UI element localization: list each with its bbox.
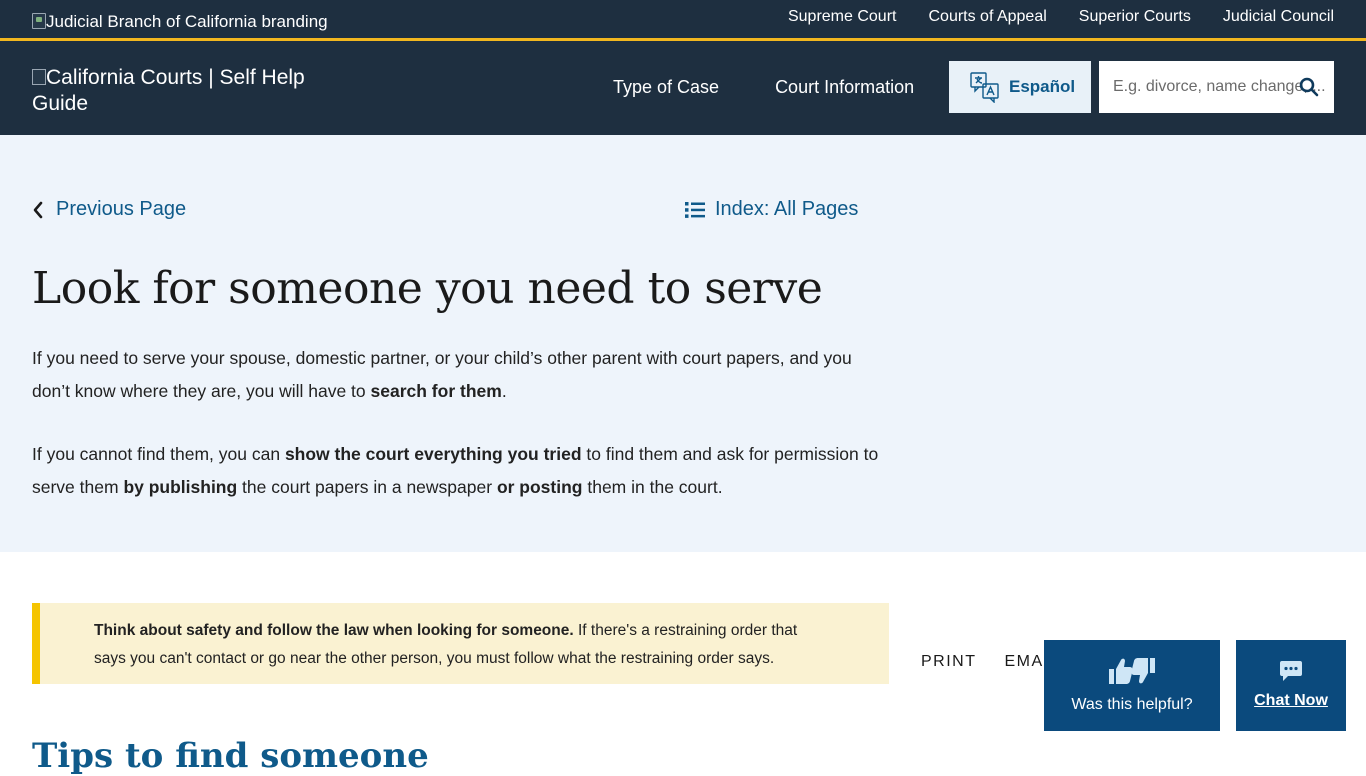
previous-page-link[interactable]: Previous Page — [32, 198, 186, 221]
share-tools: PRINT EMAIL — [921, 653, 1060, 671]
helpful-label: Was this helpful? — [1071, 696, 1193, 713]
print-link[interactable]: PRINT — [921, 653, 977, 671]
site-logo[interactable]: California Courts | Self Help Guide — [32, 65, 332, 117]
broken-image-icon — [32, 69, 46, 85]
main-nav: Type of Case Court Information — [613, 77, 914, 98]
utility-bar: Judicial Branch of California branding S… — [0, 0, 1366, 41]
nav-court-information[interactable]: Court Information — [775, 77, 914, 98]
nav-type-of-case[interactable]: Type of Case — [613, 77, 719, 98]
thumbs-up-down-icon — [1109, 658, 1155, 684]
judicial-branch-branding[interactable]: Judicial Branch of California branding — [32, 12, 328, 32]
espanol-label: Español — [1009, 77, 1076, 96]
chat-bubble-icon — [1280, 661, 1302, 681]
alert-bold-text: Think about safety and follow the law wh… — [94, 622, 574, 639]
previous-page-label: Previous Page — [56, 198, 187, 220]
espanol-button[interactable]: Español — [949, 61, 1091, 113]
intro-paragraph-1: If you need to serve your spouse, domest… — [32, 342, 892, 408]
p2-bold-b: show the court everything you tried — [284, 444, 582, 464]
intro-paragraph-2: If you cannot find them, you can show th… — [32, 438, 892, 504]
index-all-pages-link[interactable]: Index: All Pages — [685, 198, 858, 221]
logo-alt-text: California Courts | Self Help Guide — [32, 66, 305, 115]
was-this-helpful-button[interactable]: Was this helpful? — [1044, 640, 1220, 731]
chevron-left-icon — [33, 201, 43, 218]
translate-icon — [970, 72, 999, 103]
p2-text-g: them in the court. — [582, 477, 723, 497]
hero-section: Previous Page Index: All Pages Look for … — [0, 135, 1366, 552]
search-icon[interactable] — [1298, 76, 1320, 98]
p2-bold-d: by publishing — [123, 477, 238, 497]
utility-link-courts-of-appeal[interactable]: Courts of Appeal — [928, 8, 1046, 26]
chat-label: Chat Now — [1254, 692, 1328, 709]
p1-end: . — [501, 381, 507, 401]
page-title: Look for someone you need to serve — [32, 263, 823, 314]
utility-link-supreme-court[interactable]: Supreme Court — [788, 8, 897, 26]
utility-link-superior-courts[interactable]: Superior Courts — [1079, 8, 1191, 26]
utility-link-judicial-council[interactable]: Judicial Council — [1223, 8, 1334, 26]
search-box — [1099, 61, 1334, 113]
utility-nav: Supreme Court Courts of Appeal Superior … — [788, 8, 1334, 26]
p2-bold-f: or posting — [496, 477, 583, 497]
p1-bold: search for them — [370, 381, 502, 401]
p2-text-e: the court papers in a newspaper — [237, 477, 497, 497]
safety-alert: Think about safety and follow the law wh… — [32, 603, 889, 684]
main-header: California Courts | Self Help Guide Type… — [0, 41, 1366, 135]
branding-alt-text: Judicial Branch of California branding — [46, 12, 328, 31]
list-icon — [685, 201, 705, 218]
p2-text-a: If you cannot find them, you can — [32, 444, 285, 464]
index-label: Index: All Pages — [715, 198, 859, 220]
section-title-tips: Tips to find someone — [32, 736, 429, 776]
broken-image-icon — [32, 13, 46, 29]
chat-now-button[interactable]: Chat Now — [1236, 640, 1346, 731]
